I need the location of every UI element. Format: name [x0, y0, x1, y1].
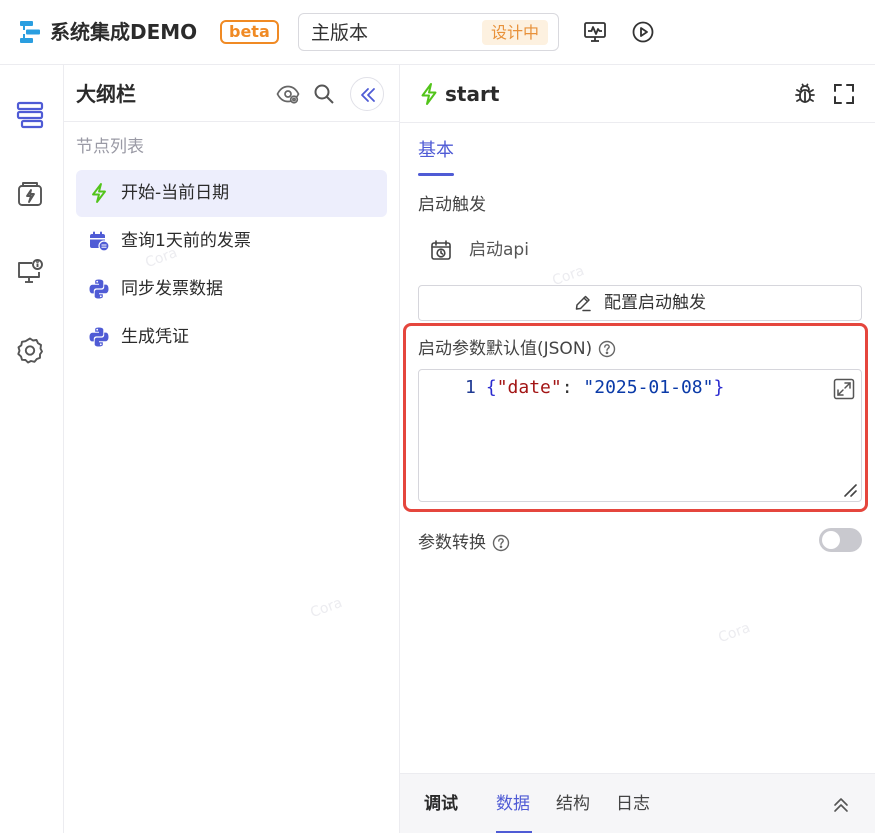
node-list-label: 节点列表: [76, 137, 144, 157]
node-label: 开始-当前日期: [121, 183, 230, 203]
app-header: 系统集成DEMO beta 主版本 设计中: [0, 0, 875, 65]
param-default-label: 启动参数默认值(JSON): [418, 338, 616, 360]
param-conversion-text: 参数转换: [418, 533, 486, 553]
version-status-badge: 设计中: [481, 20, 548, 45]
play-circle-icon[interactable]: [631, 20, 655, 44]
tab-basic[interactable]: 基本: [418, 139, 454, 163]
node-item-generate-voucher[interactable]: 生成凭证: [76, 314, 387, 361]
trigger-section-label: 启动触发: [418, 195, 486, 215]
detail-header: start: [400, 65, 875, 123]
resize-handle-icon[interactable]: [842, 482, 858, 498]
gear-icon[interactable]: [16, 336, 44, 364]
detail-panel: start 基本 启动触发 启动api 配置启动触发 启动参数默认值(JSON)…: [400, 65, 875, 833]
outline-panel: 大纲栏 节点列表 开始-当前日期 查询1天前的发票 同步发票数据 生成凭证: [64, 65, 400, 833]
toggle-knob: [822, 531, 840, 549]
line-number: 1: [465, 377, 476, 398]
logo-icon: [20, 20, 40, 44]
trigger-item-label: 启动api: [469, 240, 529, 260]
debug-title: 调试: [424, 794, 458, 814]
tab-log[interactable]: 日志: [616, 793, 650, 815]
configure-trigger-label: 配置启动触发: [604, 293, 706, 313]
node-item-start[interactable]: 开始-当前日期: [76, 170, 387, 217]
node-label: 同步发票数据: [121, 279, 223, 299]
help-circle-icon[interactable]: [492, 534, 510, 552]
bolt-icon: [418, 82, 440, 106]
outline-header: 大纲栏: [64, 65, 400, 122]
calendar-clock-icon: [430, 239, 452, 261]
app-flash-icon[interactable]: [16, 180, 44, 208]
help-circle-icon[interactable]: [598, 340, 616, 358]
configure-trigger-button[interactable]: 配置启动触发: [418, 285, 862, 321]
tab-data[interactable]: 数据: [496, 793, 530, 815]
collapse-panel-button[interactable]: [350, 77, 384, 111]
double-chevron-left-icon: [361, 88, 375, 102]
node-item-query-invoice[interactable]: 查询1天前的发票: [76, 218, 387, 265]
node-title: start: [445, 82, 500, 106]
monitor-info-icon[interactable]: [16, 258, 44, 286]
fullscreen-icon[interactable]: [832, 82, 856, 106]
python-icon: [88, 326, 110, 348]
json-editor[interactable]: 1 {"date": "2025-01-08"}: [418, 369, 862, 502]
node-item-sync-invoice[interactable]: 同步发票数据: [76, 266, 387, 313]
eye-settings-icon[interactable]: [276, 82, 300, 106]
expand-editor-icon[interactable]: [833, 378, 855, 400]
version-name: 主版本: [311, 22, 369, 44]
node-label: 生成凭证: [121, 327, 189, 347]
version-selector[interactable]: 主版本 设计中: [298, 13, 559, 51]
node-label: 查询1天前的发票: [121, 231, 251, 251]
double-chevron-up-icon[interactable]: [830, 794, 852, 816]
outline-title: 大纲栏: [76, 82, 136, 106]
search-icon[interactable]: [312, 82, 336, 106]
pencil-icon: [574, 294, 592, 312]
param-default-text: 启动参数默认值(JSON): [418, 339, 593, 359]
monitor-chart-icon[interactable]: [583, 20, 607, 44]
param-conversion-label: 参数转换: [418, 532, 510, 554]
python-icon: [88, 278, 110, 300]
bug-icon[interactable]: [793, 82, 817, 106]
param-conversion-toggle[interactable]: [819, 528, 862, 552]
side-rail: [0, 65, 64, 833]
flow-layers-icon[interactable]: [16, 101, 44, 129]
debug-bar: 调试 数据 结构 日志: [400, 773, 875, 833]
tab-active-indicator: [418, 173, 454, 176]
beta-badge: beta: [220, 20, 279, 44]
bolt-icon: [88, 182, 110, 204]
tab-structure[interactable]: 结构: [556, 793, 590, 815]
code-line: 1 {"date": "2025-01-08"}: [465, 377, 725, 398]
calendar-query-icon: [88, 230, 110, 252]
app-title: 系统集成DEMO: [50, 20, 198, 44]
